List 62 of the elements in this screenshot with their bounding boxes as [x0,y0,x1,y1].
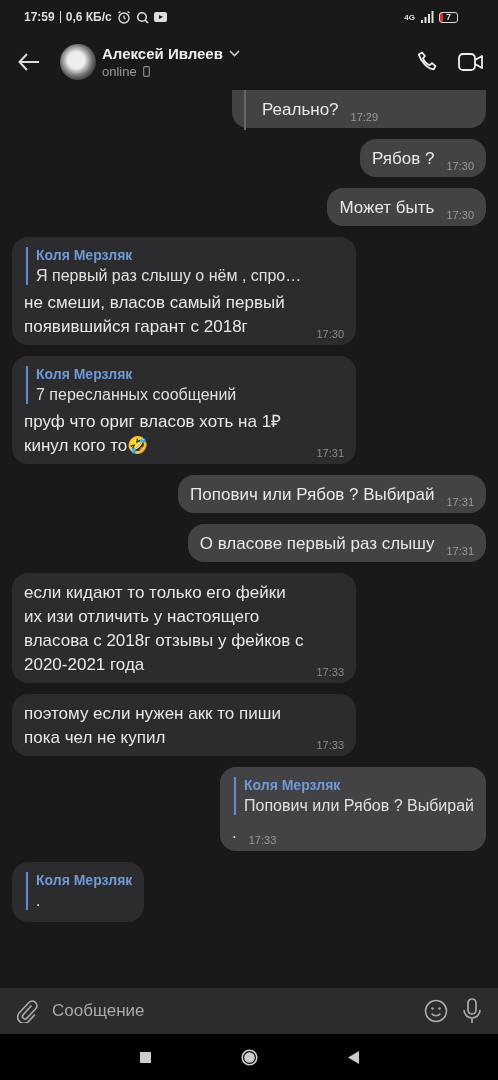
reply-text: . [36,892,42,910]
message-text: О власове первый раз слышу [199,533,435,555]
reply-text: 7 пересланных сообщений [36,386,238,404]
message-time: 17:31 [446,544,474,558]
online-status: online [102,64,137,79]
message-text: Реально? [262,99,339,121]
message-bubble[interactable]: поэтому если нужен акк то пиши пока чел не купил 17:33 [12,694,356,756]
reply-author: Коля Мерзляк [36,872,133,888]
message-text: Рябов ? [372,148,435,170]
message-composer[interactable]: Сообщение [0,988,498,1034]
recents-icon[interactable] [139,1051,151,1063]
message-text: . [232,822,237,844]
reply-author: Коля Мерзляк [244,777,342,793]
network-speed: 0,6 КБ/с [65,10,112,24]
reply-text: Попович или Рябов ? Выбирай [244,797,474,815]
chevron-icon[interactable] [228,50,240,57]
message-time: 17:33 [248,833,277,847]
message-time: 17:33 [316,738,344,752]
message-text: Попович или Рябов ? Выбирай [190,484,435,506]
message-time: 17:33 [316,665,344,679]
reply-author: Коля Мерзляк [36,247,134,263]
phone-device-icon [142,66,150,77]
message-time: 17:31 [446,495,474,509]
message-time: 17:29 [350,110,379,124]
message-bubble[interactable]: Попович или Рябов ? Выбирай 17:31 [178,475,486,513]
message-field[interactable]: Сообщение [52,1001,410,1021]
video-icon [153,12,167,22]
back-nav-icon[interactable] [347,1050,359,1064]
video-call-icon[interactable] [458,52,484,72]
network-type: 4G [404,12,415,22]
message-bubble[interactable]: если кидают то только его фейки их изи отличить у настоящего власова с 2018г отзывы у фейков с 2020-2021 года 17:33 [12,573,356,683]
home-icon[interactable] [240,1048,258,1066]
search-icon [135,10,149,24]
message-text: не смеши, власов самый первый появившийся гарант с 2018г [24,292,286,338]
message-bubble[interactable]: Коля Мерзляк Попович или Рябов ? Выбирай . 17:33 [220,767,486,851]
message-text: если кидают то только его фейки их изи отличить у настоящего власова с 2018г отзывы у фейков с 2020-2021 года [24,582,305,676]
message-time: 17:30 [446,159,474,173]
message-bubble[interactable]: Может быть 17:30 [327,188,486,226]
message-text: Может быть [339,197,435,219]
back-icon[interactable] [18,53,40,71]
message-bubble[interactable]: Коля Мерзляк . [12,862,145,922]
avatar[interactable] [60,44,96,80]
reply-author: Коля Мерзляк [36,366,134,382]
status-time: 17:59 [24,10,55,24]
battery-indicator: 7 [439,11,458,23]
message-bubble[interactable]: Реально? 17:29 [232,90,486,128]
message-text: пруф что ориг власов хоть на 1₽ кинул кого то🤣 [24,411,283,457]
alarm-icon [116,10,131,24]
message-bubble[interactable]: Рябов ? 17:30 [360,139,486,177]
message-bubble[interactable]: О власове первый раз слышу 17:31 [187,524,486,562]
signal-icon [420,11,434,23]
microphone-icon[interactable] [462,998,482,1024]
message-time: 17:30 [316,327,344,341]
message-bubble[interactable]: Коля Мерзляк 7 пересланных сообщений пруф что ориг власов хоть на 1₽ кинул кого то🤣 17:31 [12,356,356,464]
attach-icon[interactable] [16,999,38,1023]
emoji-icon[interactable] [424,999,448,1023]
contact-name[interactable]: Алексей Ивлеев [102,45,223,62]
message-time: 17:30 [446,208,474,222]
message-bubble[interactable]: Коля Мерзляк Я первый раз слышу о нём , спро… не смеши, власов самый первый появившийся гарант с 2018г 17:30 [12,237,356,345]
message-time: 17:31 [316,446,344,460]
reply-text: Я первый раз слышу о нём , спро… [36,267,303,285]
message-text: поэтому если нужен акк то пиши пока чел не купил [24,703,282,749]
